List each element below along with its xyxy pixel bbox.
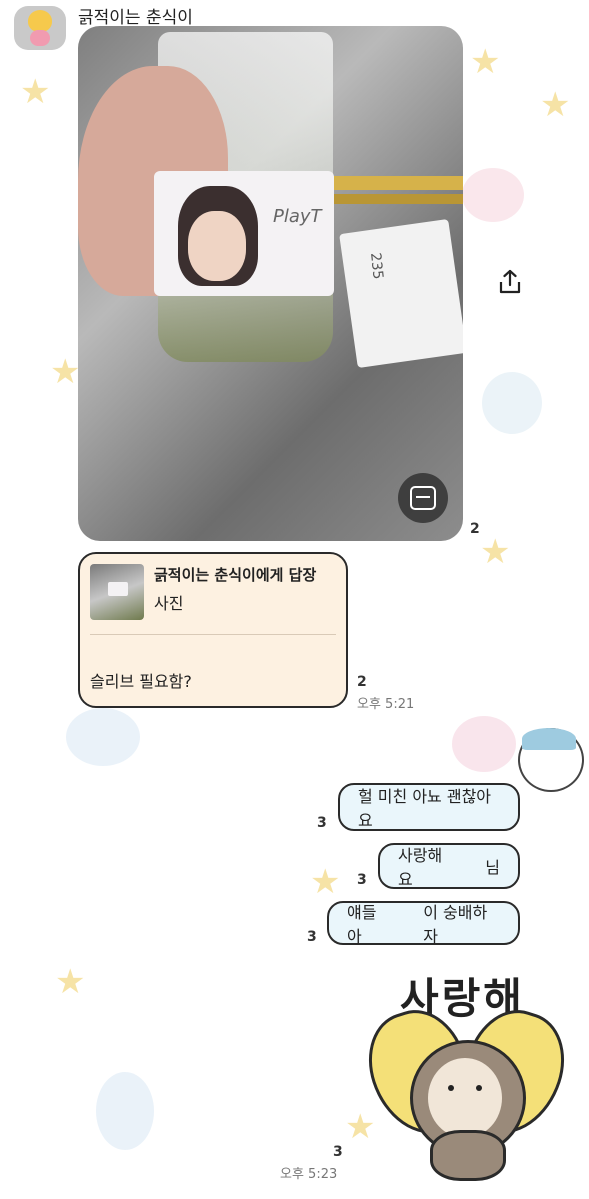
read-count: 3 <box>333 1144 343 1160</box>
message-text: 얘들아 <box>347 903 377 946</box>
background-bear-decoration <box>462 168 524 222</box>
background-star-decoration: ★ <box>20 72 51 112</box>
read-count: 3 <box>307 929 317 945</box>
reply-title: 긁적이는 춘식이에게 답장 <box>154 566 317 584</box>
sleeve-text: PlayT <box>273 206 322 227</box>
message-text: 헐 미친 아뇨 괜찮아요 <box>358 787 492 830</box>
background-bear-decoration <box>452 716 516 772</box>
reply-message-bubble[interactable]: 긁적이는 춘식이에게 답장 사진 슬리브 필요함? <box>78 552 348 708</box>
receipt-number: 235 <box>367 251 386 281</box>
receipt-image <box>339 219 463 368</box>
share-icon[interactable] <box>496 268 524 296</box>
background-star-decoration: ★ <box>50 352 81 392</box>
message-text: 사랑해요 <box>398 846 443 889</box>
background-star-decoration: ★ <box>470 42 501 82</box>
message-text: 님 <box>485 858 500 877</box>
sender-avatar[interactable] <box>14 6 66 50</box>
sender-name: 긁적이는 춘식이 <box>78 8 193 28</box>
divider <box>90 634 336 635</box>
message-text: 슬리브 필요함? <box>90 672 192 691</box>
background-star-decoration: ★ <box>480 532 511 572</box>
text-scan-icon[interactable] <box>398 473 448 523</box>
background-star-decoration: ★ <box>310 862 341 902</box>
background-bottle-decoration <box>96 1072 154 1150</box>
read-count: 2 <box>470 521 480 537</box>
outgoing-message-bubble[interactable]: 얘들아 이 숭배하자 <box>327 901 520 946</box>
background-star-decoration: ★ <box>540 85 571 125</box>
read-count: 2 <box>357 674 367 690</box>
outgoing-message-bubble[interactable]: 헐 미친 아뇨 괜찮아요 <box>338 783 520 831</box>
read-count: 3 <box>317 815 327 831</box>
outgoing-message-bubble[interactable]: 사랑해요 님 <box>378 843 520 889</box>
background-star-decoration: ★ <box>345 1107 376 1147</box>
reply-photo-thumbnail <box>90 564 144 620</box>
background-bottle-decoration <box>482 372 542 434</box>
message-text: 이 숭배하자 <box>423 903 488 946</box>
background-bear-decoration <box>66 708 140 766</box>
reply-quoted-type: 사진 <box>154 594 184 613</box>
message-timestamp: 오후 5:21 <box>357 697 415 712</box>
background-star-decoration: ★ <box>55 962 86 1002</box>
photo-message[interactable]: PlayT 235 <box>78 26 463 541</box>
read-count: 3 <box>357 872 367 888</box>
message-timestamp: 오후 5:23 <box>280 1167 338 1182</box>
